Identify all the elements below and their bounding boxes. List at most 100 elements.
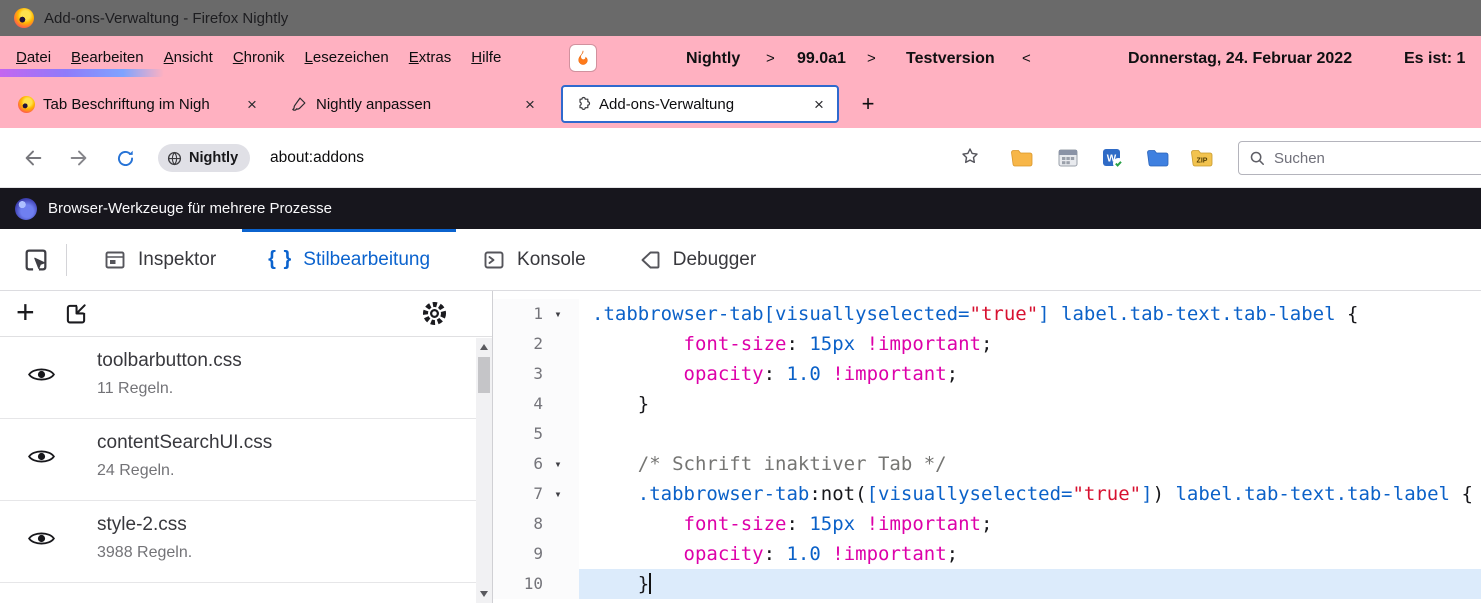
code-line[interactable] [579, 419, 1481, 449]
devtools-tab-konsole[interactable]: Konsole [456, 229, 612, 290]
braces-icon [268, 248, 292, 271]
code-token: ; [981, 513, 992, 535]
browser-tab-2[interactable]: Nightly anpassen × [280, 85, 548, 123]
status-channel: Testversion [906, 36, 995, 80]
editor-line-10: 10 } [493, 569, 1481, 599]
status-date: Donnerstag, 24. Februar 2022 [1128, 36, 1352, 80]
fold-arrow-icon[interactable]: ▾ [543, 299, 573, 329]
devtools-tab-label: Stilbearbeitung [303, 249, 430, 271]
fold-spacer [543, 569, 573, 599]
visibility-eye-icon[interactable] [28, 529, 55, 548]
code-line[interactable]: .tabbrowser-tab:not([visuallyselected="t… [579, 479, 1481, 509]
devtools-tab-debugger[interactable]: Debugger [612, 229, 782, 290]
tab-close-button[interactable]: × [520, 96, 540, 113]
browser-tab-1[interactable]: Tab Beschriftung im Nigh × [8, 85, 270, 123]
style-editor-sidebar: + toolbarbutton.css 11 Regeln. [0, 291, 493, 603]
nightly-logo-icon [15, 198, 37, 220]
code-line[interactable]: } [579, 389, 1481, 419]
fold-arrow-icon[interactable]: ▾ [543, 449, 573, 479]
code-token [821, 363, 832, 385]
stylesheet-item-contentsearchui[interactable]: contentSearchUI.css 24 Regeln. [0, 419, 492, 501]
gear-icon[interactable] [421, 300, 448, 327]
scroll-down-arrow[interactable] [476, 586, 492, 602]
tab-close-button[interactable]: × [809, 96, 829, 113]
search-input[interactable] [1274, 150, 1481, 167]
line-gutter: 1▾ [493, 299, 579, 329]
code-token: ; [981, 333, 992, 355]
import-stylesheet-button[interactable] [63, 301, 89, 327]
code-line[interactable]: opacity: 1.0 !important; [579, 539, 1481, 569]
sidebar-toolbar: + [0, 291, 492, 337]
sidebar-scrollbar[interactable] [476, 338, 492, 603]
code-line[interactable]: } [579, 569, 1481, 599]
menu-lesezeichen[interactable]: Lesezeichen [295, 36, 399, 80]
code-token: ] [1141, 483, 1152, 505]
calendar-grid-icon[interactable] [1054, 145, 1082, 171]
tab-close-button[interactable]: × [242, 96, 262, 113]
code-line[interactable]: .tabbrowser-tab[visuallyselected="true"]… [579, 299, 1481, 329]
urlbar-input[interactable]: about:addons [270, 128, 364, 188]
stylesheet-item-style2[interactable]: style-2.css 3988 Regeln. [0, 501, 492, 583]
scroll-up-arrow[interactable] [476, 339, 492, 355]
stylesheet-name: toolbarbutton.css [97, 350, 462, 372]
visibility-eye-icon[interactable] [28, 447, 55, 466]
status-time: Es ist: 1 [1404, 36, 1465, 80]
fold-spacer [543, 359, 573, 389]
zip-folder-icon[interactable]: ZIP [1188, 145, 1216, 171]
code-token: "true" [970, 303, 1039, 325]
code-token [592, 363, 684, 385]
search-icon [1249, 150, 1265, 166]
browser-window: Add-ons-Verwaltung - Firefox Nightly Dat… [0, 0, 1481, 603]
back-button[interactable] [20, 145, 46, 171]
line-number: 7 [493, 479, 543, 509]
forward-button[interactable] [66, 145, 92, 171]
reload-button[interactable] [112, 145, 138, 171]
devtools-tab-inspektor[interactable]: Inspektor [77, 229, 242, 290]
devtools-tab-stilbearbeitung[interactable]: Stilbearbeitung [242, 229, 456, 290]
visibility-eye-icon[interactable] [28, 365, 55, 384]
menu-ansicht[interactable]: Ansicht [154, 36, 223, 80]
editor-line-2: 2 font-size: 15px !important; [493, 329, 1481, 359]
status-version: 99.0a1 [797, 36, 846, 80]
line-gutter: 6▾ [493, 449, 579, 479]
status-separator: < [1022, 36, 1031, 80]
titlebar[interactable]: Add-ons-Verwaltung - Firefox Nightly [0, 0, 1481, 36]
fold-arrow-icon[interactable]: ▾ [543, 479, 573, 509]
yellow-folder-icon[interactable] [1008, 145, 1036, 171]
source-editor[interactable]: 1▾.tabbrowser-tab[visuallyselected="true… [493, 291, 1481, 603]
customize-brush-icon [290, 95, 308, 113]
bookmark-star-icon[interactable] [960, 146, 980, 171]
new-stylesheet-button[interactable]: + [16, 298, 35, 326]
devtools-tabbar: Inspektor Stilbearbeitung Konsole Debugg… [0, 229, 1481, 291]
code-token: { [1347, 303, 1358, 325]
new-tab-button[interactable]: + [854, 90, 882, 118]
code-line[interactable]: font-size: 15px !important; [579, 509, 1481, 539]
urlbar-identity-chip[interactable]: Nightly [158, 144, 250, 172]
browser-tab-active-addons[interactable]: Add-ons-Verwaltung × [561, 85, 839, 123]
code-token: /* Schrift inaktiver Tab */ [638, 453, 947, 475]
code-token: opacity [684, 363, 764, 385]
stylesheet-item-toolbarbutton[interactable]: toolbarbutton.css 11 Regeln. [0, 337, 492, 419]
menu-extras[interactable]: Extras [399, 36, 462, 80]
code-token: !important [832, 543, 946, 565]
code-line[interactable]: font-size: 15px !important; [579, 329, 1481, 359]
menu-hilfe[interactable]: Hilfe [461, 36, 511, 80]
validator-check-icon[interactable]: W [1099, 145, 1127, 171]
code-token [592, 513, 684, 535]
blue-folder-icon[interactable] [1144, 145, 1172, 171]
code-token: font-size [684, 513, 787, 535]
fold-spacer [543, 419, 573, 449]
menu-chronik[interactable]: Chronik [223, 36, 295, 80]
devtools-toolbox-title: Browser-Werkzeuge für mehrere Prozesse [48, 200, 332, 217]
flame-note-icon[interactable] [570, 45, 596, 71]
code-token: } [592, 393, 649, 415]
code-token: 1.0 [786, 363, 820, 385]
editor-line-5: 5 [493, 419, 1481, 449]
firefox-icon [18, 96, 35, 113]
code-line[interactable]: opacity: 1.0 !important; [579, 359, 1481, 389]
toolbar-search-box[interactable] [1238, 141, 1481, 175]
scrollbar-thumb[interactable] [478, 357, 490, 393]
toolbar-separator [66, 244, 67, 276]
code-line[interactable]: /* Schrift inaktiver Tab */ [579, 449, 1481, 479]
pick-element-button[interactable] [16, 240, 56, 280]
